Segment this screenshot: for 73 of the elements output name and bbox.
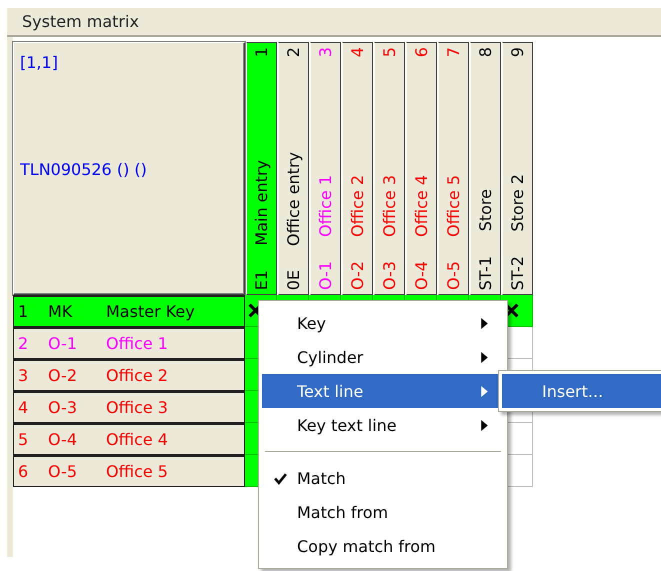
- menu-item[interactable]: Insert...: [502, 374, 661, 408]
- column-code: E1: [254, 270, 270, 290]
- column-code: ST-2: [510, 256, 526, 290]
- column-name: Office 2: [350, 175, 366, 237]
- column-name: Store 2: [510, 174, 526, 232]
- row-code: O-5: [48, 462, 78, 481]
- submenu-arrow-icon: [481, 318, 488, 328]
- row-number: 6: [18, 462, 30, 481]
- row-name: Office 3: [106, 398, 168, 417]
- menu-item[interactable]: Key: [262, 306, 504, 340]
- column-name: Office 3: [382, 175, 398, 237]
- column-code: ST-1: [478, 256, 494, 290]
- column-header[interactable]: 9 Store 2 ST-2: [502, 42, 533, 295]
- column-name: Office 1: [318, 175, 334, 237]
- row-number: 3: [18, 366, 30, 385]
- column-number: 5: [382, 47, 398, 58]
- row-name: Master Key: [106, 302, 195, 321]
- row-name: Office 5: [106, 462, 168, 481]
- column-number: 7: [446, 47, 462, 58]
- column-header[interactable]: 7 Office 5 O-5: [438, 42, 469, 295]
- column-code: O-4: [414, 261, 430, 290]
- menu-item[interactable]: Key text line: [262, 408, 504, 442]
- row-code: MK: [48, 302, 74, 321]
- submenu-arrow-icon: [481, 420, 488, 430]
- panel-title: System matrix: [22, 12, 139, 31]
- column-number: 6: [414, 47, 430, 58]
- column-name: Office 5: [446, 175, 462, 237]
- column-name: Main entry: [254, 160, 270, 246]
- menu-item[interactable]: Match from: [262, 495, 504, 529]
- row-header[interactable]: 3 O-2 Office 2: [13, 359, 245, 391]
- column-header[interactable]: 5 Office 3 O-3: [374, 42, 405, 295]
- column-header[interactable]: 4 Office 2 O-2: [342, 42, 373, 295]
- column-name: Store: [478, 189, 494, 232]
- column-code: 0E: [286, 270, 302, 290]
- cell-position: [1,1]: [20, 53, 58, 72]
- system-number: TLN090526 () (): [20, 160, 147, 179]
- column-code: O-2: [350, 261, 366, 290]
- row-code: O-2: [48, 366, 78, 385]
- row-header[interactable]: 6 O-5 Office 5: [13, 455, 245, 487]
- column-header[interactable]: 6 Office 4 O-4: [406, 42, 437, 295]
- row-number: 2: [18, 334, 30, 353]
- row-code: O-4: [48, 430, 78, 449]
- column-number: 8: [478, 47, 494, 58]
- column-number: 3: [318, 47, 334, 58]
- column-header[interactable]: 2 Office entry 0E: [278, 42, 309, 295]
- row-code: O-3: [48, 398, 78, 417]
- checkmark-icon: [274, 472, 287, 484]
- row-name: Office 4: [106, 430, 168, 449]
- column-name: Office 4: [414, 175, 430, 237]
- row-name: Office 1: [106, 334, 168, 353]
- column-header[interactable]: 8 Store ST-1: [470, 42, 501, 295]
- row-number: 1: [18, 302, 30, 321]
- menu-item[interactable]: Match: [262, 461, 504, 495]
- menu-item[interactable]: Cylinder: [262, 340, 504, 374]
- column-name: Office entry: [286, 152, 302, 246]
- column-number: 2: [286, 47, 302, 58]
- submenu-arrow-icon: [481, 352, 488, 362]
- column-number: 9: [510, 47, 526, 58]
- row-code: O-1: [48, 334, 78, 353]
- column-code: O-3: [382, 261, 398, 290]
- menu-item[interactable]: Copy match from: [262, 529, 504, 563]
- column-code: O-1: [318, 261, 334, 290]
- column-header[interactable]: 1 Main entry E1: [246, 42, 277, 295]
- row-number: 5: [18, 430, 30, 449]
- row-number: 4: [18, 398, 30, 417]
- column-number: 1: [254, 47, 270, 58]
- row-name: Office 2: [106, 366, 168, 385]
- row-header[interactable]: 4 O-3 Office 3: [13, 391, 245, 423]
- row-header[interactable]: 5 O-4 Office 4: [13, 423, 245, 455]
- row-header[interactable]: 1 MK Master Key: [13, 295, 245, 327]
- column-code: O-5: [446, 261, 462, 290]
- submenu-arrow-icon: [481, 386, 488, 396]
- column-number: 4: [350, 47, 366, 58]
